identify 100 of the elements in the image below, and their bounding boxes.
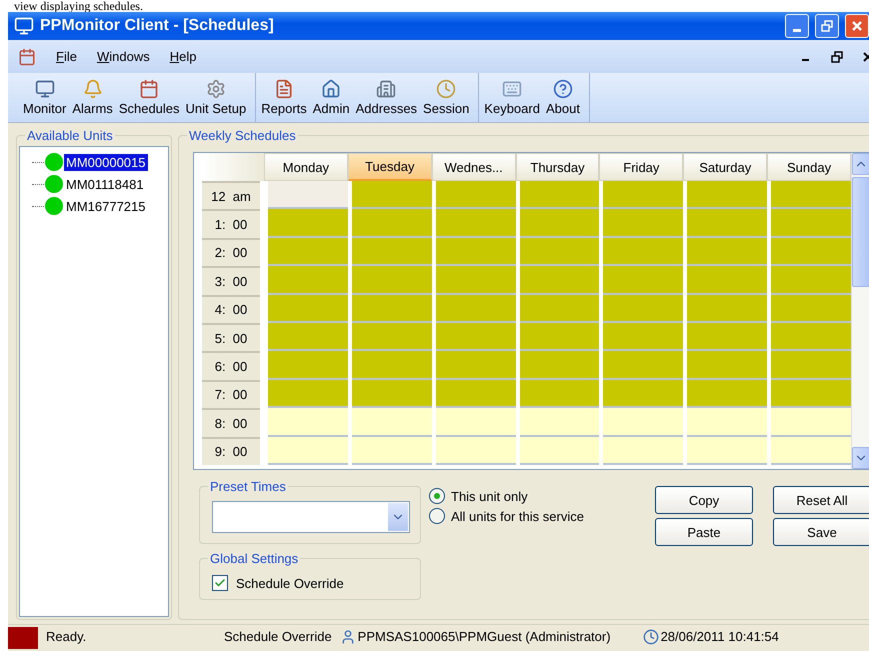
schedule-slot[interactable] (687, 266, 768, 295)
schedule-slot[interactable] (268, 238, 348, 266)
preset-dropdown[interactable] (212, 501, 410, 533)
schedule-slot[interactable] (771, 294, 851, 323)
scope-radio[interactable]: All units for this service (429, 508, 635, 524)
schedule-slot[interactable] (352, 209, 432, 238)
schedule-slot[interactable] (436, 351, 516, 380)
action-button[interactable]: Save (773, 518, 869, 546)
schedule-slot[interactable] (352, 266, 432, 295)
schedule-slot[interactable] (352, 408, 432, 437)
toolbar-button[interactable]: Reports (258, 77, 310, 118)
schedule-slot[interactable] (520, 322, 600, 352)
toolbar-button[interactable]: Keyboard (481, 77, 543, 118)
schedule-slot[interactable] (436, 436, 516, 465)
schedule-slot[interactable] (603, 294, 684, 323)
schedule-slot[interactable] (352, 351, 432, 380)
schedule-slot[interactable] (520, 181, 600, 210)
schedule-slot[interactable] (603, 436, 684, 465)
schedule-slot[interactable] (603, 238, 684, 266)
scope-radio[interactable]: This unit only (429, 488, 635, 504)
menu-item[interactable]: File (56, 49, 77, 64)
restore-icon[interactable] (831, 50, 843, 62)
schedule-slot[interactable] (268, 209, 348, 238)
schedule-slot[interactable] (771, 408, 851, 437)
schedule-slot[interactable] (687, 408, 768, 437)
schedule-slot[interactable] (268, 408, 348, 437)
schedule-slot[interactable] (520, 408, 600, 437)
toolbar-button[interactable]: Addresses (352, 77, 420, 118)
schedule-slot[interactable] (771, 266, 851, 295)
schedule-slot[interactable] (352, 294, 432, 323)
schedule-slot[interactable] (520, 209, 600, 238)
day-header[interactable]: Thursday (516, 153, 600, 181)
restore-button[interactable] (815, 14, 839, 38)
schedule-slot[interactable] (268, 380, 348, 408)
schedule-slot[interactable] (771, 209, 851, 238)
scrollbar[interactable] (851, 153, 869, 469)
menu-item[interactable]: Help (170, 49, 196, 64)
schedule-slot[interactable] (687, 322, 768, 352)
day-header[interactable]: Sunday (767, 153, 851, 181)
schedule-slot[interactable] (436, 181, 516, 210)
close-button[interactable] (845, 14, 869, 38)
schedule-slot[interactable] (520, 294, 600, 323)
toolbar-button[interactable]: Alarms (69, 77, 116, 118)
schedule-slot[interactable] (436, 266, 516, 295)
day-header[interactable]: Monday (264, 153, 348, 181)
schedule-slot[interactable] (436, 322, 516, 352)
tree-item[interactable]: MM00000015 (64, 154, 148, 170)
schedule-slot[interactable] (687, 238, 768, 266)
toolbar-button[interactable]: Admin (310, 77, 353, 118)
schedule-slot[interactable] (771, 181, 851, 210)
schedule-slot[interactable] (687, 209, 768, 238)
schedule-slot[interactable] (687, 181, 768, 210)
tree-item[interactable]: MM01118481 (64, 176, 146, 192)
schedule-slot[interactable] (687, 436, 768, 465)
schedule-slot[interactable] (268, 351, 348, 380)
action-button[interactable]: Paste (655, 518, 753, 546)
menu-item[interactable]: Windows (96, 49, 150, 64)
toolbar-button[interactable]: Unit Setup (182, 77, 250, 118)
schedule-slot[interactable] (603, 380, 684, 408)
schedule-slot[interactable] (352, 380, 432, 408)
day-header[interactable]: Wednes... (432, 153, 516, 181)
schedule-slot[interactable] (771, 238, 851, 266)
toolbar-button[interactable]: Schedules (116, 77, 183, 118)
day-header[interactable]: Friday (599, 153, 684, 181)
schedule-slot[interactable] (520, 380, 600, 408)
schedule-slot[interactable] (436, 294, 516, 323)
schedule-slot[interactable] (771, 351, 851, 380)
schedule-slot[interactable] (603, 209, 684, 238)
tree-item[interactable]: MM16777215 (64, 198, 148, 214)
schedule-slot[interactable] (603, 266, 684, 295)
toolbar-button[interactable]: Monitor (20, 77, 70, 118)
schedule-slot[interactable] (520, 351, 600, 380)
schedule-slot[interactable] (603, 322, 684, 352)
schedule-slot[interactable] (436, 380, 516, 408)
schedule-slot[interactable] (352, 238, 432, 266)
schedule-slot[interactable] (520, 238, 600, 266)
toolbar-button[interactable]: Session (420, 77, 472, 118)
schedule-slot[interactable] (268, 181, 348, 210)
schedule-slot[interactable] (268, 294, 348, 323)
toolbar-button[interactable]: About (542, 77, 583, 118)
action-button[interactable]: Reset All (773, 486, 869, 514)
schedule-slot[interactable] (687, 351, 768, 380)
schedule-slot[interactable] (352, 181, 432, 210)
schedule-slot[interactable] (268, 436, 348, 465)
schedule-slot[interactable] (268, 266, 348, 295)
schedule-slot[interactable] (520, 266, 600, 295)
schedule-slot[interactable] (771, 322, 851, 352)
schedule-slot[interactable] (687, 294, 768, 323)
schedule-slot[interactable] (603, 181, 684, 210)
schedule-slot[interactable] (436, 238, 516, 266)
override-checkbox[interactable]: Schedule Override (210, 571, 410, 595)
schedule-slot[interactable] (603, 351, 684, 380)
day-header[interactable]: Tuesday (348, 153, 432, 181)
action-button[interactable]: Copy (655, 486, 753, 514)
schedule-slot[interactable] (771, 380, 851, 408)
schedule-slot[interactable] (520, 436, 600, 465)
schedule-slot[interactable] (352, 322, 432, 352)
schedule-slot[interactable] (687, 380, 768, 408)
schedule-slot[interactable] (268, 322, 348, 352)
minimize-button[interactable] (785, 14, 809, 38)
